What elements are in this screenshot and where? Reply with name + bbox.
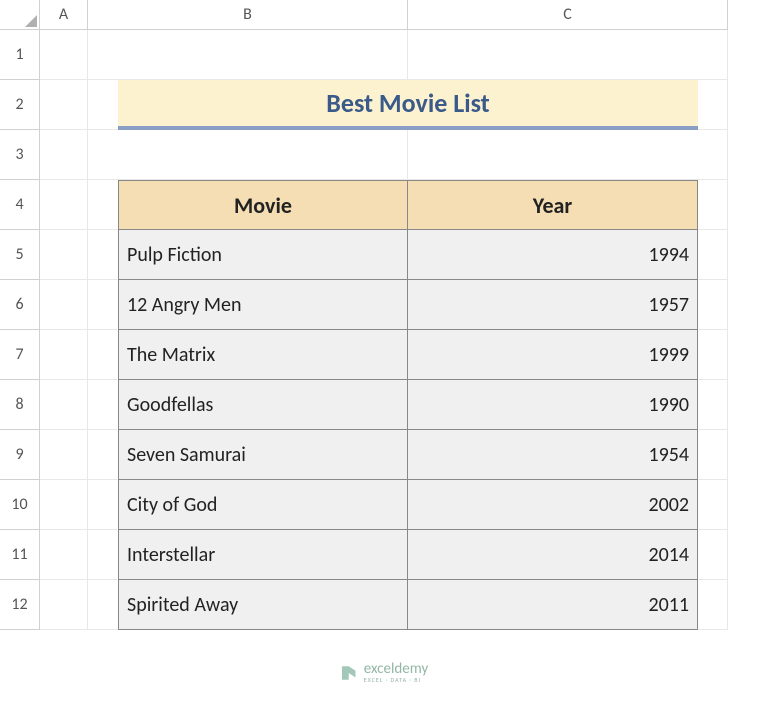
worksheet-content: Best Movie List Movie Year Pulp Fiction … <box>88 30 728 630</box>
cell-a6[interactable] <box>40 280 88 330</box>
row-header-3[interactable]: 3 <box>0 130 40 180</box>
cell-a3[interactable] <box>40 130 88 180</box>
row-header-10[interactable]: 10 <box>0 480 40 530</box>
logo-icon <box>340 664 358 682</box>
cell-year[interactable]: 1957 <box>408 280 698 330</box>
cell-year[interactable]: 1990 <box>408 380 698 430</box>
column-header-a[interactable]: A <box>40 0 88 30</box>
row-header-6[interactable]: 6 <box>0 280 40 330</box>
table-row: The Matrix 1999 <box>118 330 698 380</box>
row-header-11[interactable]: 11 <box>0 530 40 580</box>
header-movie[interactable]: Movie <box>118 180 408 230</box>
cell-a7[interactable] <box>40 330 88 380</box>
table-row: Goodfellas 1990 <box>118 380 698 430</box>
cell-year[interactable]: 1999 <box>408 330 698 380</box>
watermark: exceldemy EXCEL · DATA · BI <box>340 662 428 683</box>
cell-a1[interactable] <box>40 30 88 80</box>
cell-a4[interactable] <box>40 180 88 230</box>
cell-year[interactable]: 1954 <box>408 430 698 480</box>
row-header-12[interactable]: 12 <box>0 580 40 630</box>
row-header-9[interactable]: 9 <box>0 430 40 480</box>
column-header-c[interactable]: C <box>408 0 728 30</box>
cell-movie[interactable]: The Matrix <box>118 330 408 380</box>
row-header-4[interactable]: 4 <box>0 180 40 230</box>
watermark-tagline: EXCEL · DATA · BI <box>364 677 428 683</box>
header-year[interactable]: Year <box>408 180 698 230</box>
table-row: Pulp Fiction 1994 <box>118 230 698 280</box>
row-header-5[interactable]: 5 <box>0 230 40 280</box>
cell-a2[interactable] <box>40 80 88 130</box>
sheet-title: Best Movie List <box>118 80 698 130</box>
watermark-text: exceldemy EXCEL · DATA · BI <box>364 662 428 683</box>
cell-movie[interactable]: Pulp Fiction <box>118 230 408 280</box>
table-row: 12 Angry Men 1957 <box>118 280 698 330</box>
cell-movie[interactable]: Goodfellas <box>118 380 408 430</box>
cell-movie[interactable]: Spirited Away <box>118 580 408 630</box>
table-row: Interstellar 2014 <box>118 530 698 580</box>
cell-movie[interactable]: Seven Samurai <box>118 430 408 480</box>
cell-movie[interactable]: 12 Angry Men <box>118 280 408 330</box>
cell-a9[interactable] <box>40 430 88 480</box>
cell-a11[interactable] <box>40 530 88 580</box>
row-header-1[interactable]: 1 <box>0 30 40 80</box>
table-row: City of God 2002 <box>118 480 698 530</box>
cell-year[interactable]: 2011 <box>408 580 698 630</box>
cell-movie[interactable]: Interstellar <box>118 530 408 580</box>
table-row: Seven Samurai 1954 <box>118 430 698 480</box>
watermark-brand: exceldemy <box>364 662 428 677</box>
cell-year[interactable]: 2014 <box>408 530 698 580</box>
cell-year[interactable]: 2002 <box>408 480 698 530</box>
cell-a5[interactable] <box>40 230 88 280</box>
movie-table: Movie Year Pulp Fiction 1994 12 Angry Me… <box>118 180 698 630</box>
cell-a8[interactable] <box>40 380 88 430</box>
table-row: Spirited Away 2011 <box>118 580 698 630</box>
cell-a12[interactable] <box>40 580 88 630</box>
cell-a10[interactable] <box>40 480 88 530</box>
row-header-8[interactable]: 8 <box>0 380 40 430</box>
select-all-corner[interactable] <box>0 0 40 30</box>
column-header-b[interactable]: B <box>88 0 408 30</box>
cell-year[interactable]: 1994 <box>408 230 698 280</box>
cell-movie[interactable]: City of God <box>118 480 408 530</box>
row-header-2[interactable]: 2 <box>0 80 40 130</box>
row-header-7[interactable]: 7 <box>0 330 40 380</box>
table-header-row: Movie Year <box>118 180 698 230</box>
